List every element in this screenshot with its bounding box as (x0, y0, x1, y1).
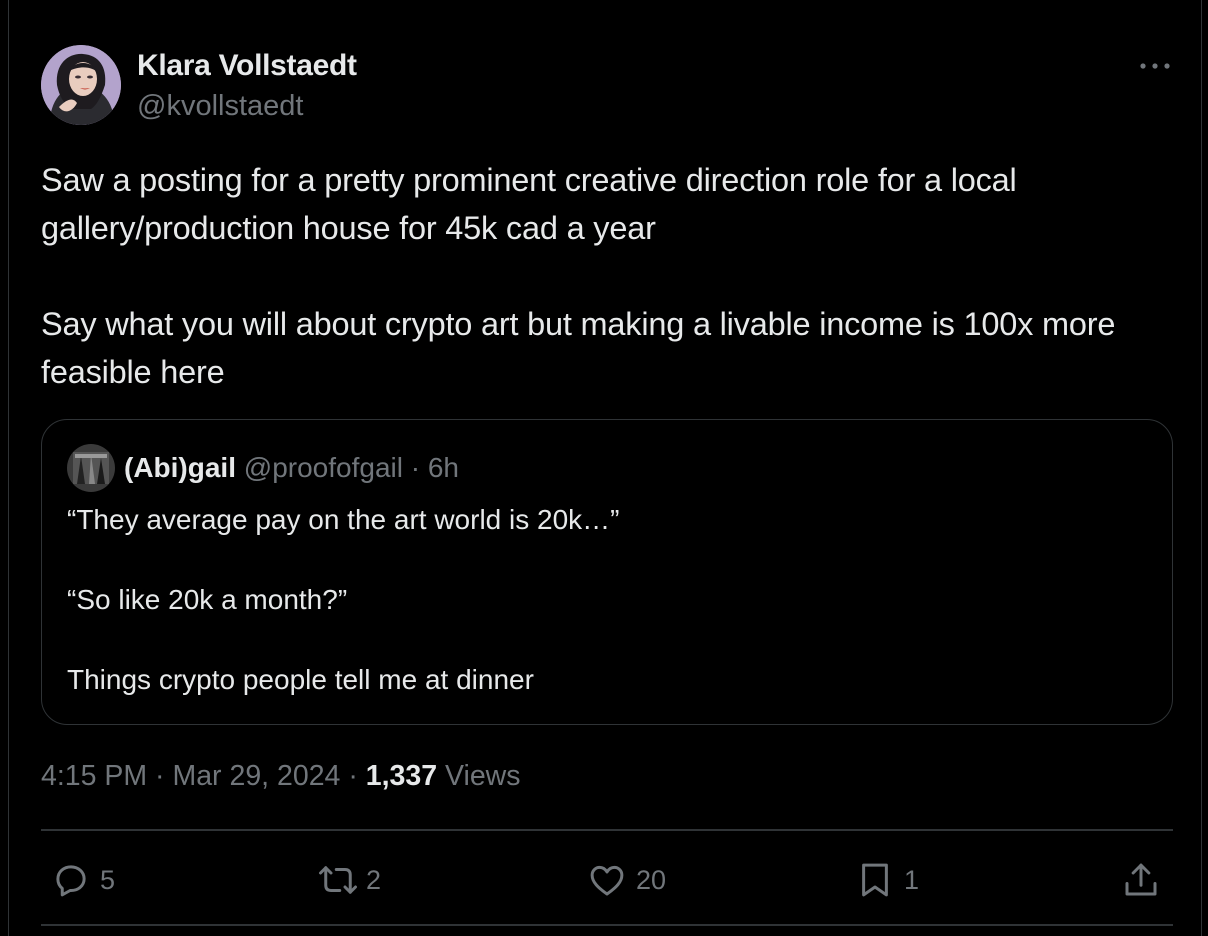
reply-icon (56, 865, 86, 897)
quoted-meta-separator: · (402, 452, 428, 483)
views-label: Views (445, 760, 521, 792)
share-button[interactable] (1120, 858, 1162, 902)
reply-button[interactable]: 5 (50, 858, 115, 902)
divider (41, 924, 1173, 926)
quoted-author-avatar (67, 444, 115, 492)
tweet-paragraph: Saw a posting for a pretty prominent cre… (41, 162, 1017, 246)
meta-separator: · (340, 760, 366, 792)
quoted-tweet-text: “They average pay on the art world is 20… (67, 500, 1147, 700)
quoted-author-handle: @proofofgail (243, 452, 403, 483)
tweet-text: Saw a posting for a pretty prominent cre… (41, 156, 1181, 396)
share-icon (1125, 863, 1157, 896)
quoted-tweet-age: 6h (427, 452, 460, 483)
bookmark-count: 1 (904, 864, 920, 895)
tweet-date[interactable]: Mar 29, 2024 (172, 760, 340, 792)
tweet-paragraph: Say what you will about crypto art but m… (41, 306, 1116, 390)
quoted-paragraph: “So like 20k a month?” (67, 584, 348, 615)
repost-button[interactable]: 2 (314, 858, 381, 902)
like-button[interactable]: 20 (586, 858, 666, 902)
more-horizontal-icon[interactable] (1138, 56, 1172, 76)
author-avatar[interactable] (41, 45, 121, 125)
quoted-tweet-header: (Abi)gail @proofofgail · 6h (124, 452, 459, 484)
author-name[interactable]: Klara Vollstaedt (137, 49, 357, 83)
reply-count: 5 (100, 864, 116, 895)
quoted-paragraph: “They average pay on the art world is 20… (67, 504, 620, 535)
bookmark-button[interactable]: 1 (854, 858, 919, 902)
divider (41, 829, 1173, 831)
like-count: 20 (636, 864, 667, 895)
repost-icon (319, 866, 357, 894)
quoted-paragraph: Things crypto people tell me at dinner (67, 664, 534, 695)
repost-count: 2 (366, 864, 382, 895)
quoted-author-name: (Abi)gail (124, 452, 236, 483)
quoted-tweet-card[interactable]: (Abi)gail @proofofgail · 6h “They averag… (41, 419, 1173, 725)
tweet-meta: 4:15 PM · Mar 29, 2024 · 1,337 Views (41, 760, 521, 793)
views-count: 1,337 (365, 760, 438, 792)
meta-separator: · (147, 760, 173, 792)
heart-icon (590, 865, 624, 896)
author-handle[interactable]: @kvollstaedt (137, 90, 303, 123)
bookmark-icon (862, 863, 888, 897)
tweet-time[interactable]: 4:15 PM (41, 760, 147, 792)
